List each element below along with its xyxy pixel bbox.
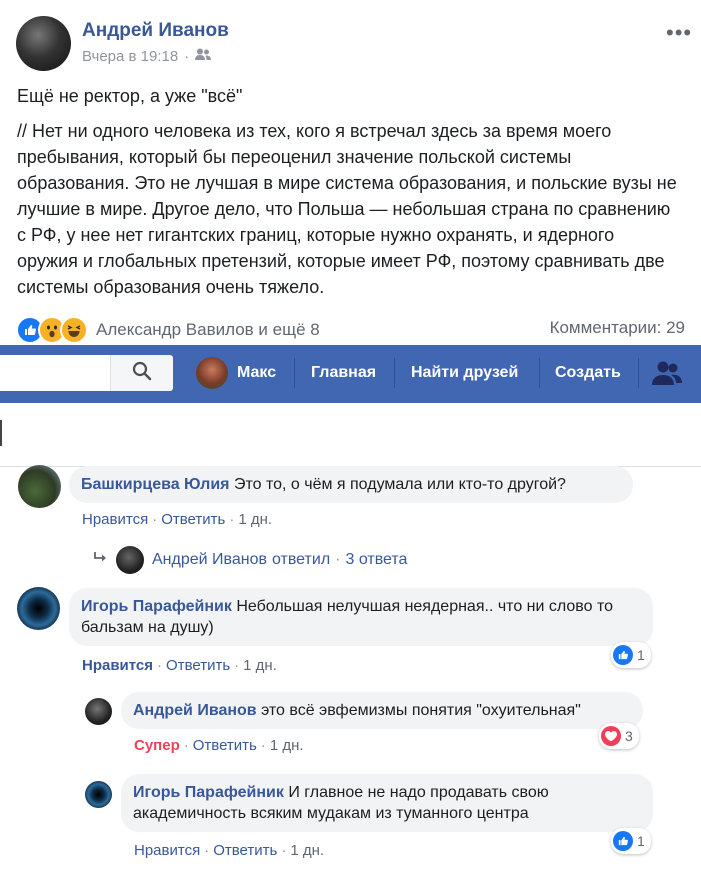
reply-author[interactable]: Игорь Парафейник	[133, 784, 284, 801]
reply-button[interactable]: Ответить	[166, 657, 230, 674]
comment-actions: Нравится · Ответить · 1 дн.	[82, 511, 273, 528]
more-options-icon[interactable]: •••	[666, 20, 692, 46]
nav-create-link[interactable]: Создать	[555, 364, 621, 382]
nav-divider	[294, 358, 295, 388]
composer-strip	[0, 404, 701, 467]
strip-edge	[0, 420, 2, 446]
nav-divider	[539, 358, 540, 388]
reaction-count: 1	[637, 647, 645, 663]
reaction-count: 3	[625, 728, 633, 744]
comment-avatar[interactable]	[17, 587, 60, 630]
love-reaction-icon	[601, 726, 621, 746]
reply-bubble: Андрей Иванов это всё эвфемизмы понятия …	[121, 692, 643, 729]
nav-find-friends-link[interactable]: Найти друзей	[411, 364, 518, 382]
post-time[interactable]: Вчера в 19:18	[82, 48, 178, 65]
comment-time[interactable]: 1 дн.	[243, 657, 277, 674]
replies-verb[interactable]: ответил	[272, 551, 330, 569]
replies-summary[interactable]: Андрей Иванов ответил · 3 ответа	[94, 546, 407, 574]
reply-time[interactable]: 1 дн.	[290, 842, 324, 859]
reaction-count: 1	[637, 833, 645, 849]
like-reaction-icon	[613, 831, 633, 851]
comment-author[interactable]: Игорь Парафейник	[81, 598, 232, 615]
comment-reactions-badge[interactable]: 1	[611, 642, 651, 668]
nav-home-link[interactable]: Главная	[311, 364, 376, 382]
comment-author[interactable]: Башкирцева Юлия	[81, 476, 230, 493]
reply-button[interactable]: Ответить	[193, 737, 257, 754]
haha-reaction-icon	[60, 316, 88, 344]
like-button[interactable]: Нравится	[82, 511, 148, 528]
replies-count[interactable]: 3 ответа	[345, 551, 407, 569]
reply-time[interactable]: 1 дн.	[270, 737, 304, 754]
reactions-names[interactable]: Александр Вавилов и ещё 8	[96, 320, 320, 340]
friends-icon	[195, 48, 212, 65]
nav-divider	[638, 358, 639, 388]
comment-avatar[interactable]	[18, 465, 61, 508]
post-author-avatar[interactable]	[16, 16, 71, 71]
reply-actions: Супер · Ответить · 1 дн.	[134, 737, 304, 754]
reply-avatar[interactable]	[85, 698, 112, 725]
replies-author[interactable]: Андрей Иванов	[152, 551, 267, 569]
comments-count[interactable]: Комментарии: 29	[550, 318, 685, 338]
reply-text: это всё эвфемизмы понятия "охуительная"	[261, 702, 581, 719]
friend-requests-icon[interactable]	[652, 360, 682, 391]
post-body: // Нет ни одного человека из тех, кого я…	[17, 121, 677, 297]
comment-time[interactable]: 1 дн.	[238, 511, 272, 528]
reactions-summary[interactable]: Александр Вавилов и ещё 8	[16, 316, 320, 344]
like-button[interactable]: Нравится	[82, 657, 153, 674]
reply-reactions-badge[interactable]: 1	[611, 828, 651, 854]
reply-bubble: Игорь Парафейник И главное не надо прода…	[121, 774, 653, 832]
post-meta: Вчера в 19:18 ·	[82, 48, 212, 65]
reply-avatar[interactable]	[85, 781, 112, 808]
comment-actions: Нравится · Ответить · 1 дн.	[82, 657, 277, 674]
search-icon	[132, 361, 152, 386]
post-author-name[interactable]: Андрей Иванов	[82, 20, 229, 42]
reply-arrow-icon	[94, 551, 108, 569]
reply-avatar	[116, 546, 144, 574]
meta-separator: ·	[184, 48, 190, 65]
like-button[interactable]: Нравится	[134, 842, 200, 859]
reply-button[interactable]: Ответить	[213, 842, 277, 859]
comment-bubble: Игорь Парафейник Небольшая нелучшая неяд…	[69, 588, 653, 646]
comment-bubble: Башкирцева Юлия Это то, о чём я подумала…	[69, 466, 633, 503]
nav-divider	[394, 358, 395, 388]
reply-reactions-badge[interactable]: 3	[599, 723, 639, 749]
comment-text: Это то, о чём я подумала или кто-то друг…	[233, 476, 566, 493]
replies-separator: ·	[335, 551, 341, 568]
search-button[interactable]	[110, 355, 173, 391]
post-title: Ещё не ректор, а уже "всё"	[17, 86, 243, 106]
love-reaction-button[interactable]: Супер	[134, 737, 180, 754]
reply-actions: Нравится · Ответить · 1 дн.	[134, 842, 325, 859]
nav-user-avatar[interactable]	[196, 357, 228, 389]
reply-author[interactable]: Андрей Иванов	[133, 702, 257, 719]
like-reaction-icon	[613, 645, 633, 665]
reply-button[interactable]: Ответить	[161, 511, 225, 528]
nav-profile-link[interactable]: Макс	[237, 364, 276, 382]
